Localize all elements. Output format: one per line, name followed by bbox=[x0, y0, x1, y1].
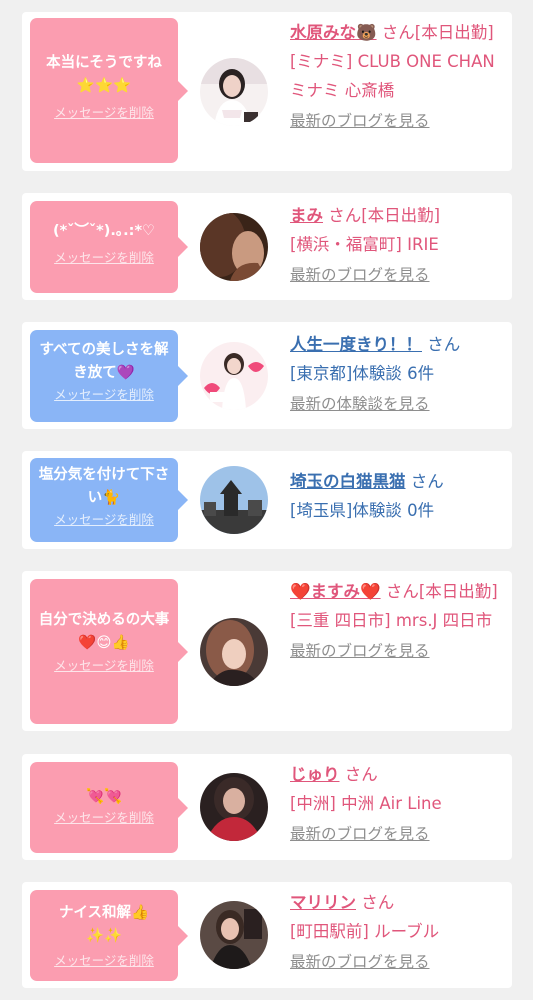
message-card: 本当にそうですね ⭐⭐⭐ メッセージを削除 水原みな🐻 さん[本日出勤] [ミナ… bbox=[22, 12, 512, 171]
avatar[interactable] bbox=[200, 213, 268, 281]
message-card: ナイス和解👍 ✨✨ メッセージを削除 マリリン さん [町田駅前] ルーブル 最… bbox=[22, 882, 512, 988]
sender-honorific: さん[本日出勤] bbox=[328, 206, 441, 225]
sender-info: 水原みな🐻 さん[本日出勤] [ミナミ] CLUB ONE CHAN ミナミ 心… bbox=[290, 18, 505, 136]
sender-honorific: さん bbox=[361, 893, 395, 912]
sender-info: 人生一度きり！！ さん [東京都]体験談 6件 最新の体験談を見る bbox=[290, 330, 505, 419]
delete-message-link[interactable]: メッセージを削除 bbox=[36, 952, 172, 970]
message-bubble: 塩分気を付けて下さい🐈 メッセージを削除 bbox=[30, 458, 188, 542]
latest-blog-link[interactable]: 最新のブログを見る bbox=[290, 820, 505, 849]
sender-honorific: さん[本日出勤] bbox=[385, 582, 498, 601]
sender-name-link[interactable]: マリリン bbox=[290, 893, 356, 912]
sender-honorific: さん[本日出勤] bbox=[381, 23, 494, 42]
sender-shop: [横浜・福富町] IRIE bbox=[290, 235, 439, 254]
avatar[interactable] bbox=[200, 466, 268, 534]
message-text: 本当にそうですね ⭐⭐⭐ bbox=[46, 55, 162, 94]
message-card: 自分で決めるの大事❤️😊👍 メッセージを削除 ❤️ますみ❤️ さん[本日出勤] … bbox=[22, 571, 512, 731]
sender-shop: [三重 四日市] mrs.J 四日市 bbox=[290, 611, 493, 630]
sender-name-link[interactable]: まみ bbox=[290, 206, 323, 225]
avatar[interactable] bbox=[200, 342, 268, 410]
avatar[interactable] bbox=[200, 901, 268, 969]
sender-name-link[interactable]: 埼玉の白猫黒猫 bbox=[290, 472, 406, 491]
message-text: すべての美しさを解き放て💜 bbox=[39, 342, 169, 381]
latest-blog-link[interactable]: 最新のブログを見る bbox=[290, 948, 505, 977]
sender-info: マリリン さん [町田駅前] ルーブル 最新のブログを見る bbox=[290, 888, 505, 977]
message-card: (*ˇ︶ˇ*).｡.:*♡ メッセージを削除 まみ さん[本日出勤] [横浜・福… bbox=[22, 193, 512, 300]
avatar[interactable] bbox=[200, 58, 268, 126]
delete-message-link[interactable]: メッセージを削除 bbox=[36, 809, 172, 827]
message-text: 💘💘 bbox=[85, 789, 123, 805]
latest-blog-link[interactable]: 最新のブログを見る bbox=[290, 107, 505, 136]
latest-blog-link[interactable]: 最新のブログを見る bbox=[290, 261, 505, 290]
sender-info: 埼玉の白猫黒猫 さん [埼玉県]体験談 0件 bbox=[290, 467, 505, 525]
delete-message-link[interactable]: メッセージを削除 bbox=[36, 657, 172, 675]
sender-shop: [中洲] 中洲 Air Line bbox=[290, 794, 442, 813]
sender-shop: [埼玉県]体験談 0件 bbox=[290, 501, 435, 520]
delete-message-link[interactable]: メッセージを削除 bbox=[36, 511, 172, 529]
message-bubble: (*ˇ︶ˇ*).｡.:*♡ メッセージを削除 bbox=[30, 201, 188, 293]
delete-message-link[interactable]: メッセージを削除 bbox=[36, 249, 172, 267]
message-bubble: 💘💘 メッセージを削除 bbox=[30, 762, 188, 853]
sender-info: じゅり さん [中洲] 中洲 Air Line 最新のブログを見る bbox=[290, 760, 505, 849]
latest-review-link[interactable]: 最新の体験談を見る bbox=[290, 390, 505, 419]
message-bubble: 本当にそうですね ⭐⭐⭐ メッセージを削除 bbox=[30, 18, 188, 163]
delete-message-link[interactable]: メッセージを削除 bbox=[36, 386, 172, 404]
message-bubble: 自分で決めるの大事❤️😊👍 メッセージを削除 bbox=[30, 579, 188, 724]
message-text: 自分で決めるの大事❤️😊👍 bbox=[38, 612, 170, 651]
sender-info: ❤️ますみ❤️ さん[本日出勤] [三重 四日市] mrs.J 四日市 最新のブ… bbox=[290, 577, 505, 666]
sender-honorific: さん bbox=[427, 335, 461, 354]
sender-shop: [ミナミ] CLUB ONE CHAN ミナミ 心斎橋 bbox=[290, 52, 495, 100]
sender-name-link[interactable]: じゅり bbox=[290, 765, 340, 784]
sender-name-link[interactable]: 水原みな🐻 bbox=[290, 23, 377, 42]
avatar[interactable] bbox=[200, 773, 268, 841]
avatar[interactable] bbox=[200, 618, 268, 686]
message-text: ナイス和解👍 ✨✨ bbox=[58, 905, 150, 944]
sender-shop: [東京都]体験談 6件 bbox=[290, 364, 435, 383]
message-text: (*ˇ︶ˇ*).｡.:*♡ bbox=[52, 223, 156, 239]
message-bubble: すべての美しさを解き放て💜 メッセージを削除 bbox=[30, 330, 188, 422]
sender-name-link[interactable]: ❤️ますみ❤️ bbox=[290, 582, 381, 601]
message-text: 塩分気を付けて下さい🐈 bbox=[38, 467, 170, 506]
latest-blog-link[interactable]: 最新のブログを見る bbox=[290, 637, 505, 666]
message-bubble: ナイス和解👍 ✨✨ メッセージを削除 bbox=[30, 890, 188, 981]
message-card: 💘💘 メッセージを削除 じゅり さん [中洲] 中洲 Air Line 最新のブ… bbox=[22, 754, 512, 860]
delete-message-link[interactable]: メッセージを削除 bbox=[36, 104, 172, 122]
sender-honorific: さん bbox=[410, 472, 444, 491]
message-card: すべての美しさを解き放て💜 メッセージを削除 人生一度きり！！ さん [東京都]… bbox=[22, 322, 512, 429]
sender-info: まみ さん[本日出勤] [横浜・福富町] IRIE 最新のブログを見る bbox=[290, 201, 505, 290]
sender-honorific: さん bbox=[344, 765, 378, 784]
sender-name-link[interactable]: 人生一度きり！！ bbox=[290, 335, 422, 354]
message-card: 塩分気を付けて下さい🐈 メッセージを削除 埼玉の白猫黒猫 さん [埼玉県]体験談… bbox=[22, 451, 512, 549]
sender-shop: [町田駅前] ルーブル bbox=[290, 922, 440, 941]
